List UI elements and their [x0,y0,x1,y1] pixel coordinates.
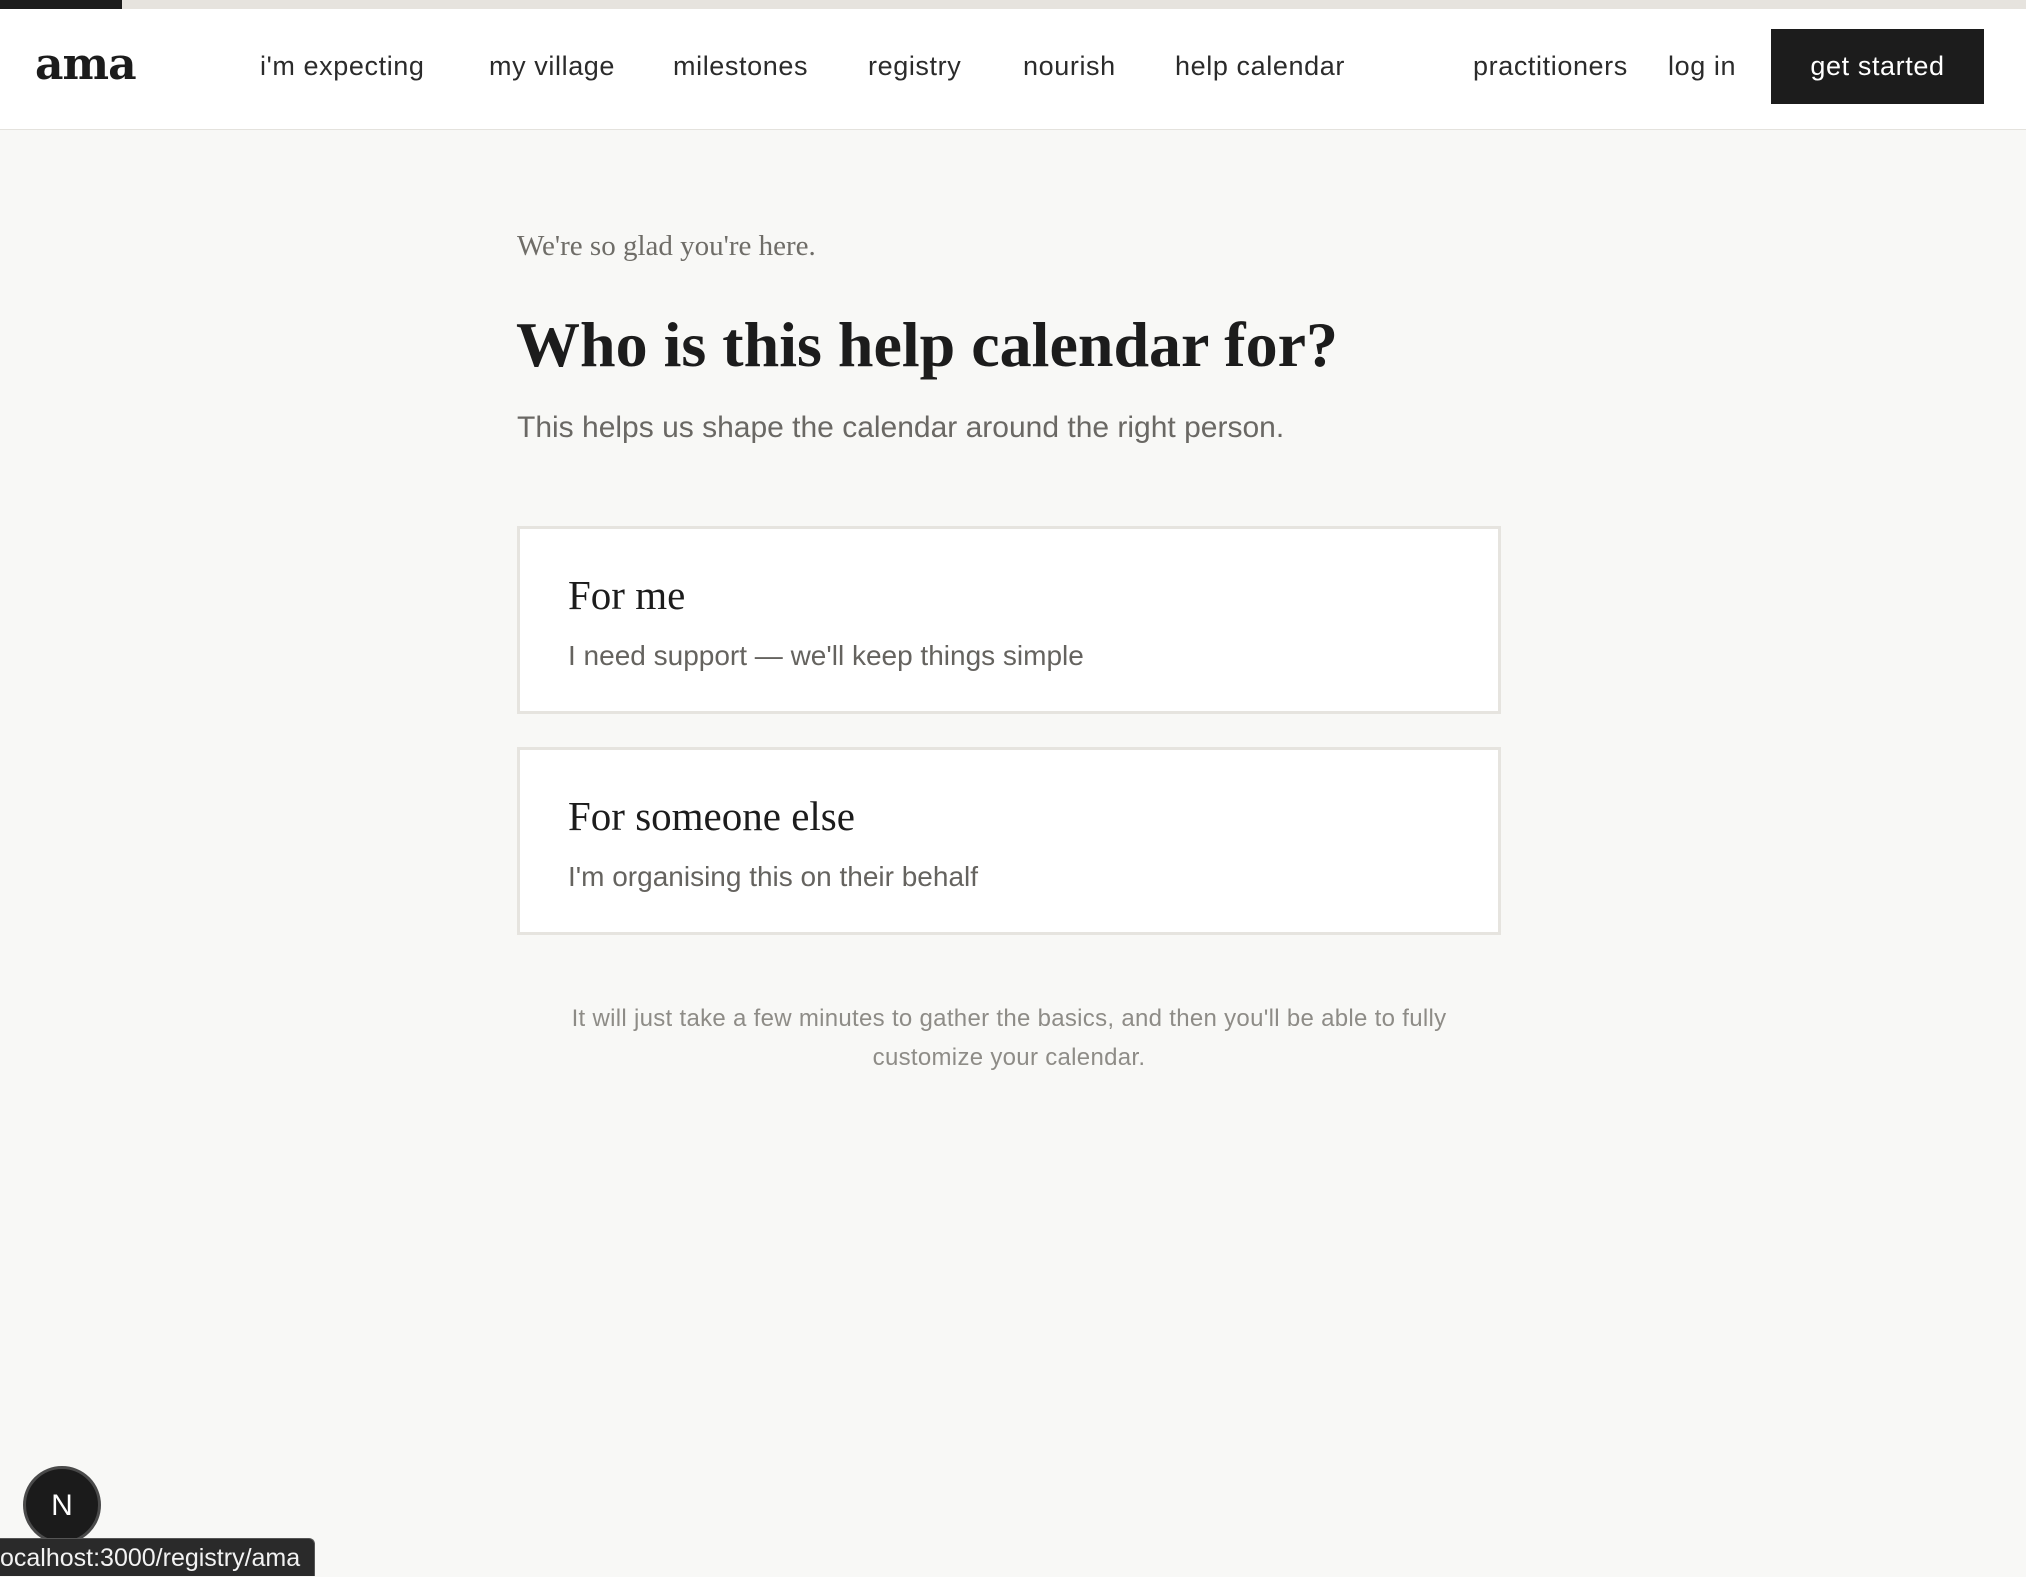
status-bar-url: ocalhost:3000/registry/ama [0,1538,316,1576]
nextjs-icon-letter: N [51,1489,73,1522]
site-header: ama i'm expecting my village milestones … [0,9,2026,130]
logo[interactable]: ama [35,39,137,90]
page-subtitle: This helps us shape the calendar around … [517,411,1285,444]
nav-link-nourish[interactable]: nourish [1023,51,1116,82]
option-description: I need support — we'll keep things simpl… [568,640,1084,671]
option-description: I'm organising this on their behalf [568,861,979,892]
nav-link-registry[interactable]: registry [868,51,961,82]
nav-link-milestones[interactable]: milestones [673,51,808,82]
nav-link-my-village[interactable]: my village [489,51,615,82]
progress-bar-fill [0,0,122,9]
get-started-button[interactable]: get started [1771,29,1984,104]
option-title: For me [568,572,686,618]
nav-link-im-expecting[interactable]: i'm expecting [260,51,425,82]
welcome-text: We're so glad you're here. [517,230,816,262]
login-link[interactable]: log in [1668,51,1736,82]
progress-bar [0,0,2026,9]
nav-link-practitioners[interactable]: practitioners [1473,51,1628,82]
nextjs-icon: N [51,1489,73,1522]
page-title: Who is this help calendar for? [516,309,1338,380]
option-title: For someone else [568,793,855,839]
nav-link-help-calendar[interactable]: help calendar [1175,51,1345,82]
footnote: It will just take a few minutes to gathe… [571,1005,1447,1071]
nextjs-dev-badge[interactable]: N [23,1466,101,1544]
option-for-me[interactable]: For me I need support — we'll keep thing… [517,526,1501,714]
option-for-someone-else[interactable]: For someone else I'm organising this on … [517,747,1501,935]
